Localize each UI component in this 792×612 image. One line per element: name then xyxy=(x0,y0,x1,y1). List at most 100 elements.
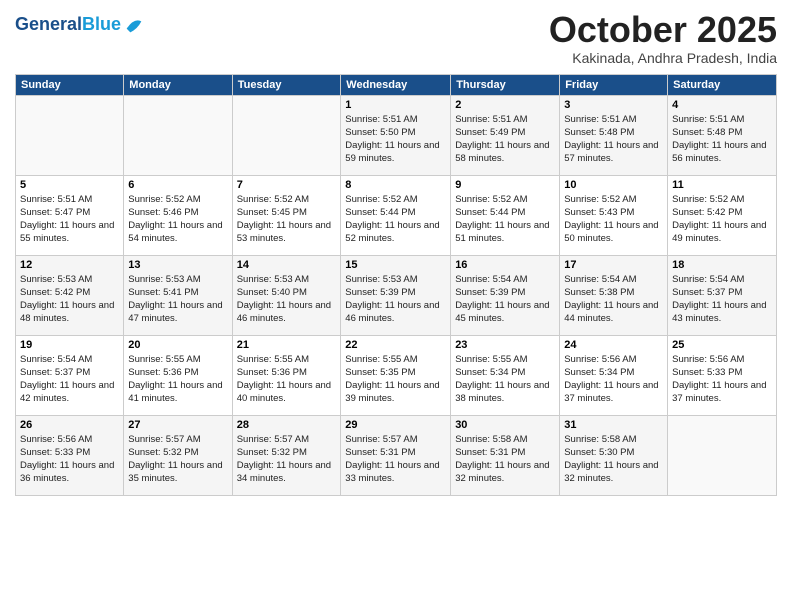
day-number: 13 xyxy=(128,259,227,271)
day-info: Sunrise: 5:52 AM Sunset: 5:44 PM Dayligh… xyxy=(345,193,446,246)
day-number: 8 xyxy=(345,179,446,191)
day-info: Sunrise: 5:52 AM Sunset: 5:42 PM Dayligh… xyxy=(672,193,772,246)
day-number: 31 xyxy=(564,419,663,431)
month-title: October 2025 xyxy=(549,10,777,50)
day-number: 19 xyxy=(20,339,119,351)
day-number: 17 xyxy=(564,259,663,271)
day-info: Sunrise: 5:56 AM Sunset: 5:34 PM Dayligh… xyxy=(564,353,663,406)
day-info: Sunrise: 5:55 AM Sunset: 5:36 PM Dayligh… xyxy=(237,353,337,406)
day-info: Sunrise: 5:53 AM Sunset: 5:42 PM Dayligh… xyxy=(20,273,119,326)
calendar-cell: 13 Sunrise: 5:53 AM Sunset: 5:41 PM Dayli… xyxy=(124,255,232,335)
calendar-cell: 21 Sunrise: 5:55 AM Sunset: 5:36 PM Dayli… xyxy=(232,335,341,415)
page: GeneralBlue October 2025 Kakinada, Andhr… xyxy=(0,0,792,612)
col-saturday: Saturday xyxy=(668,74,777,95)
day-info: Sunrise: 5:52 AM Sunset: 5:44 PM Dayligh… xyxy=(455,193,555,246)
day-info: Sunrise: 5:52 AM Sunset: 5:45 PM Dayligh… xyxy=(237,193,337,246)
day-number: 20 xyxy=(128,339,227,351)
col-tuesday: Tuesday xyxy=(232,74,341,95)
day-info: Sunrise: 5:51 AM Sunset: 5:49 PM Dayligh… xyxy=(455,113,555,166)
calendar-cell: 25 Sunrise: 5:56 AM Sunset: 5:33 PM Dayli… xyxy=(668,335,777,415)
day-number: 6 xyxy=(128,179,227,191)
day-number: 9 xyxy=(455,179,555,191)
calendar-cell: 28 Sunrise: 5:57 AM Sunset: 5:32 PM Dayli… xyxy=(232,415,341,495)
day-info: Sunrise: 5:51 AM Sunset: 5:48 PM Dayligh… xyxy=(672,113,772,166)
title-block: October 2025 Kakinada, Andhra Pradesh, I… xyxy=(549,10,777,66)
day-info: Sunrise: 5:51 AM Sunset: 5:47 PM Dayligh… xyxy=(20,193,119,246)
day-number: 1 xyxy=(345,99,446,111)
col-monday: Monday xyxy=(124,74,232,95)
calendar-cell: 4 Sunrise: 5:51 AM Sunset: 5:48 PM Daylig… xyxy=(668,95,777,175)
day-info: Sunrise: 5:58 AM Sunset: 5:31 PM Dayligh… xyxy=(455,433,555,486)
calendar-week-2: 12Sunrise: 5:53 AM Sunset: 5:42 PM Dayli… xyxy=(16,255,777,335)
calendar-cell: 22Sunrise: 5:55 AM Sunset: 5:35 PM Dayli… xyxy=(341,335,451,415)
calendar-cell: 3 Sunrise: 5:51 AM Sunset: 5:48 PM Daylig… xyxy=(560,95,668,175)
calendar-week-4: 26Sunrise: 5:56 AM Sunset: 5:33 PM Dayli… xyxy=(16,415,777,495)
day-number: 14 xyxy=(237,259,337,271)
calendar-cell: 2 Sunrise: 5:51 AM Sunset: 5:49 PM Daylig… xyxy=(451,95,560,175)
calendar-cell xyxy=(668,415,777,495)
day-info: Sunrise: 5:56 AM Sunset: 5:33 PM Dayligh… xyxy=(20,433,119,486)
calendar-cell xyxy=(16,95,124,175)
day-info: Sunrise: 5:51 AM Sunset: 5:48 PM Dayligh… xyxy=(564,113,663,166)
calendar-week-3: 19Sunrise: 5:54 AM Sunset: 5:37 PM Dayli… xyxy=(16,335,777,415)
day-info: Sunrise: 5:53 AM Sunset: 5:41 PM Dayligh… xyxy=(128,273,227,326)
calendar-cell xyxy=(124,95,232,175)
calendar-table: Sunday Monday Tuesday Wednesday Thursday… xyxy=(15,74,777,496)
col-sunday: Sunday xyxy=(16,74,124,95)
day-number: 29 xyxy=(345,419,446,431)
day-info: Sunrise: 5:57 AM Sunset: 5:32 PM Dayligh… xyxy=(237,433,337,486)
header: GeneralBlue October 2025 Kakinada, Andhr… xyxy=(15,10,777,66)
subtitle: Kakinada, Andhra Pradesh, India xyxy=(549,50,777,66)
logo-icon xyxy=(123,14,145,36)
calendar-week-0: 1Sunrise: 5:51 AM Sunset: 5:50 PM Daylig… xyxy=(16,95,777,175)
col-wednesday: Wednesday xyxy=(341,74,451,95)
calendar-cell: 5Sunrise: 5:51 AM Sunset: 5:47 PM Daylig… xyxy=(16,175,124,255)
calendar-cell: 8 Sunrise: 5:52 AM Sunset: 5:44 PM Daylig… xyxy=(341,175,451,255)
calendar-week-1: 5Sunrise: 5:51 AM Sunset: 5:47 PM Daylig… xyxy=(16,175,777,255)
calendar-cell: 19Sunrise: 5:54 AM Sunset: 5:37 PM Dayli… xyxy=(16,335,124,415)
day-number: 21 xyxy=(237,339,337,351)
day-number: 11 xyxy=(672,179,772,191)
calendar-cell xyxy=(232,95,341,175)
col-friday: Friday xyxy=(560,74,668,95)
logo-text-blue: Blue xyxy=(82,14,121,34)
day-info: Sunrise: 5:54 AM Sunset: 5:38 PM Dayligh… xyxy=(564,273,663,326)
day-number: 24 xyxy=(564,339,663,351)
day-number: 7 xyxy=(237,179,337,191)
calendar-cell: 20Sunrise: 5:55 AM Sunset: 5:36 PM Dayli… xyxy=(124,335,232,415)
day-number: 30 xyxy=(455,419,555,431)
day-number: 2 xyxy=(455,99,555,111)
day-number: 3 xyxy=(564,99,663,111)
day-info: Sunrise: 5:58 AM Sunset: 5:30 PM Dayligh… xyxy=(564,433,663,486)
calendar-cell: 16 Sunrise: 5:54 AM Sunset: 5:39 PM Dayli… xyxy=(451,255,560,335)
day-info: Sunrise: 5:53 AM Sunset: 5:40 PM Dayligh… xyxy=(237,273,337,326)
calendar-cell: 17 Sunrise: 5:54 AM Sunset: 5:38 PM Dayli… xyxy=(560,255,668,335)
day-info: Sunrise: 5:57 AM Sunset: 5:31 PM Dayligh… xyxy=(345,433,446,486)
logo-text: GeneralBlue xyxy=(15,15,121,35)
calendar-cell: 9 Sunrise: 5:52 AM Sunset: 5:44 PM Daylig… xyxy=(451,175,560,255)
day-number: 16 xyxy=(455,259,555,271)
day-number: 25 xyxy=(672,339,772,351)
day-info: Sunrise: 5:54 AM Sunset: 5:39 PM Dayligh… xyxy=(455,273,555,326)
calendar-cell: 26Sunrise: 5:56 AM Sunset: 5:33 PM Dayli… xyxy=(16,415,124,495)
calendar-cell: 7 Sunrise: 5:52 AM Sunset: 5:45 PM Daylig… xyxy=(232,175,341,255)
day-info: Sunrise: 5:55 AM Sunset: 5:34 PM Dayligh… xyxy=(455,353,555,406)
calendar-cell: 23 Sunrise: 5:55 AM Sunset: 5:34 PM Dayli… xyxy=(451,335,560,415)
day-info: Sunrise: 5:52 AM Sunset: 5:43 PM Dayligh… xyxy=(564,193,663,246)
day-info: Sunrise: 5:55 AM Sunset: 5:35 PM Dayligh… xyxy=(345,353,446,406)
day-number: 27 xyxy=(128,419,227,431)
calendar-cell: 15 Sunrise: 5:53 AM Sunset: 5:39 PM Dayli… xyxy=(341,255,451,335)
calendar-cell: 18Sunrise: 5:54 AM Sunset: 5:37 PM Dayli… xyxy=(668,255,777,335)
day-number: 4 xyxy=(672,99,772,111)
day-info: Sunrise: 5:53 AM Sunset: 5:39 PM Dayligh… xyxy=(345,273,446,326)
calendar-cell: 10Sunrise: 5:52 AM Sunset: 5:43 PM Dayli… xyxy=(560,175,668,255)
calendar-cell: 11 Sunrise: 5:52 AM Sunset: 5:42 PM Dayli… xyxy=(668,175,777,255)
day-number: 28 xyxy=(237,419,337,431)
day-info: Sunrise: 5:52 AM Sunset: 5:46 PM Dayligh… xyxy=(128,193,227,246)
calendar-cell: 12Sunrise: 5:53 AM Sunset: 5:42 PM Dayli… xyxy=(16,255,124,335)
calendar-cell: 6 Sunrise: 5:52 AM Sunset: 5:46 PM Daylig… xyxy=(124,175,232,255)
day-info: Sunrise: 5:57 AM Sunset: 5:32 PM Dayligh… xyxy=(128,433,227,486)
day-number: 15 xyxy=(345,259,446,271)
day-info: Sunrise: 5:56 AM Sunset: 5:33 PM Dayligh… xyxy=(672,353,772,406)
day-number: 23 xyxy=(455,339,555,351)
